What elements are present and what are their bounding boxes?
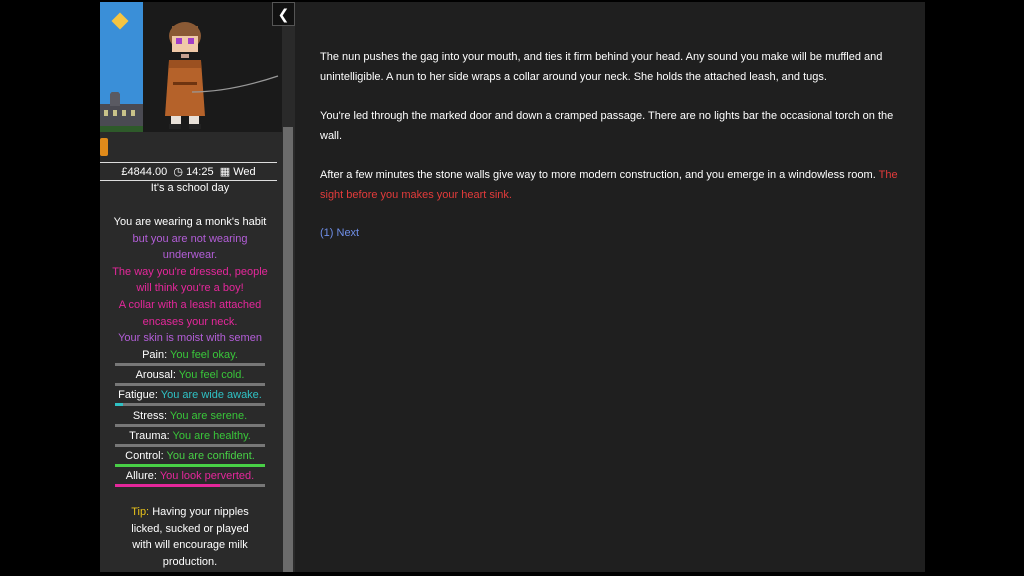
money-value: £4844.00 bbox=[121, 166, 168, 178]
lamp-icon bbox=[100, 138, 108, 156]
main-passage: The nun pushes the gag into your mouth, … bbox=[295, 2, 925, 572]
stat-bar bbox=[115, 484, 265, 488]
stat-label: Allure: bbox=[125, 470, 157, 483]
church-icon bbox=[100, 92, 143, 132]
passage-text: After a few minutes the stone walls give… bbox=[320, 169, 876, 181]
school-day-text: It's a school day bbox=[150, 182, 230, 194]
tip-label: Tip: bbox=[131, 506, 150, 518]
stat-bar bbox=[115, 464, 265, 467]
collar-text: A collar with a leash attached encases y… bbox=[118, 298, 262, 328]
stat-value: You are healthy. bbox=[172, 429, 251, 442]
tip-text: Having your nipples licked, sucked or pl… bbox=[131, 506, 249, 568]
stat-label: Fatigue: bbox=[118, 389, 158, 402]
stat-row: Allure: You look perverted. bbox=[115, 469, 265, 483]
stat-label: Control: bbox=[125, 450, 164, 462]
clock-icon: ◷ bbox=[173, 166, 183, 178]
stat-row: Trauma: You are healthy. bbox=[115, 429, 265, 443]
dressed-text: The way you're dressed, people will thin… bbox=[112, 265, 268, 295]
stat-label: Trauma: bbox=[129, 429, 170, 442]
time-value: 14:25 bbox=[186, 166, 214, 178]
sun-icon bbox=[111, 12, 129, 30]
clothing-description: You are wearing a monk's habit but you a… bbox=[100, 214, 280, 347]
sky-background bbox=[100, 2, 143, 132]
stat-row: Control: You are confident. bbox=[115, 449, 265, 463]
underwear-text: but you are not wearing underwear. bbox=[132, 232, 248, 262]
stat-label: Pain: bbox=[142, 349, 168, 361]
stat-bar bbox=[115, 383, 265, 387]
day-value: Wed bbox=[233, 166, 256, 178]
stat-label: Stress: bbox=[132, 409, 168, 422]
sidebar-scrollbar[interactable] bbox=[283, 127, 293, 572]
stat-row: Stress: You are serene. bbox=[115, 409, 265, 423]
stat-label: Arousal: bbox=[135, 369, 176, 382]
next-link[interactable]: (1) Next bbox=[320, 224, 359, 244]
passage-paragraph-1: The nun pushes the gag into your mouth, … bbox=[320, 51, 883, 83]
stat-bar-fill bbox=[115, 403, 123, 407]
stat-value: You are wide awake. bbox=[160, 389, 262, 402]
stat-bar bbox=[115, 443, 265, 447]
stat-row: Arousal: You feel cold. bbox=[115, 368, 265, 382]
calendar-icon: ▦ bbox=[219, 166, 231, 178]
stat-bar bbox=[115, 363, 265, 366]
stat-value: You are confident. bbox=[166, 450, 255, 462]
stat-value: You are serene. bbox=[169, 409, 248, 422]
stat-bar bbox=[115, 403, 265, 407]
sidebar: ❮ £4844.00 ◷ 14:25 ▦ Wed It's a school d… bbox=[100, 2, 295, 572]
character-portrait bbox=[100, 2, 282, 132]
stat-row: Pain: You feel okay. bbox=[115, 348, 265, 362]
wearing-text: You are wearing a monk's habit bbox=[113, 216, 267, 228]
stat-value: You feel okay. bbox=[170, 349, 238, 361]
stat-row: Fatigue: You are wide awake. bbox=[115, 388, 265, 402]
leash-line bbox=[191, 75, 279, 93]
skin-text: Your skin is moist with semen bbox=[118, 332, 262, 345]
stat-value: You feel cold. bbox=[178, 369, 245, 382]
passage-paragraph-2: You're led through the marked door and d… bbox=[320, 110, 894, 142]
passage-paragraph-3: After a few minutes the stone walls give… bbox=[320, 166, 910, 205]
status-line: £4844.00 ◷ 14:25 ▦ Wed bbox=[100, 162, 277, 181]
tip-box: Tip: Having your nipples licked, sucked … bbox=[100, 504, 280, 570]
stat-value: You look perverted. bbox=[159, 470, 255, 483]
stat-bar-fill bbox=[115, 484, 220, 488]
stat-bar-fill bbox=[115, 464, 265, 467]
stat-bar bbox=[115, 423, 265, 427]
collapse-sidebar-button[interactable]: ❮ bbox=[272, 2, 295, 26]
